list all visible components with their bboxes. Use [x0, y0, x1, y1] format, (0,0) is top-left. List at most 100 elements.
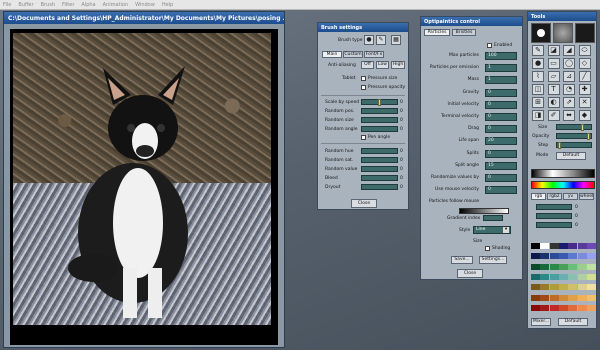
brush-round-icon[interactable]: ● — [364, 35, 374, 45]
mixer-button[interactable]: Mixer... — [531, 318, 551, 326]
brush-pen-icon[interactable]: ✎ — [376, 35, 386, 45]
pencil-icon[interactable]: ✎ — [532, 45, 544, 56]
menu-item-animation[interactable]: Animation — [103, 2, 129, 8]
color-swatch[interactable] — [531, 273, 540, 280]
fill-icon[interactable]: ◪ — [547, 45, 560, 56]
color-swatch[interactable] — [568, 294, 578, 301]
tab-custom[interactable]: Custom — [343, 51, 363, 58]
line2-icon[interactable]: ╱ — [578, 71, 591, 82]
gradient-index-slider[interactable] — [483, 215, 503, 221]
slider-track[interactable] — [361, 108, 398, 114]
color-swatch[interactable] — [558, 253, 568, 260]
color-swatch[interactable] — [540, 294, 550, 301]
mode-button[interactable]: Default — [556, 152, 586, 160]
line-icon[interactable]: ◢ — [563, 45, 575, 56]
save-button[interactable]: Save... — [451, 256, 473, 264]
color-swatch[interactable] — [540, 273, 550, 280]
color-swatch[interactable] — [577, 243, 587, 249]
color-swatch[interactable] — [531, 253, 540, 260]
color-swatch[interactable] — [577, 253, 587, 260]
color-swatch[interactable] — [558, 243, 568, 249]
default-button[interactable]: Default — [558, 318, 588, 326]
particle-value-field[interactable]: 0 — [485, 113, 517, 121]
color-swatch[interactable] — [558, 304, 568, 311]
color-swatch[interactable] — [568, 284, 578, 291]
particle-value-field[interactable]: 0 — [485, 125, 517, 134]
slider-knob[interactable] — [587, 133, 590, 140]
color-swatch[interactable] — [558, 273, 568, 280]
half-icon[interactable]: ◐ — [547, 97, 560, 108]
pen-angle-checkbox[interactable] — [361, 135, 366, 140]
panel-icon[interactable]: ◨ — [532, 110, 544, 121]
particle-value-field[interactable]: 100 — [485, 52, 517, 60]
color-swatch[interactable] — [540, 243, 550, 249]
step-slider[interactable] — [556, 142, 592, 149]
pie-icon[interactable]: ◔ — [563, 84, 575, 95]
slider-knob[interactable] — [558, 142, 561, 149]
slider-track[interactable] — [361, 148, 398, 154]
color-swatch[interactable] — [586, 243, 596, 249]
tab-particles[interactable]: Particles — [424, 29, 450, 36]
particle-value-field[interactable]: 0 — [485, 100, 517, 109]
particle-value-field[interactable]: 15 — [485, 161, 517, 170]
color-swatch[interactable] — [549, 253, 559, 260]
shading-checkbox[interactable] — [485, 246, 490, 251]
slider-track[interactable] — [361, 157, 398, 163]
menu-item-brush[interactable]: Brush — [41, 2, 55, 8]
tab-bristles[interactable]: Bristles — [452, 29, 476, 36]
color-gradient-bw[interactable] — [531, 169, 595, 178]
menu-item-filter[interactable]: Filter — [62, 2, 74, 8]
image-window-title[interactable]: C:\Documents and Settings\HP_Administrat… — [4, 12, 284, 24]
color-swatch[interactable] — [549, 243, 559, 249]
slider-track[interactable] — [361, 175, 398, 181]
color-swatch[interactable] — [531, 263, 540, 270]
menu-item-file[interactable]: File — [3, 2, 11, 8]
color-swatch[interactable] — [531, 243, 540, 249]
color-swatch[interactable] — [549, 304, 559, 311]
color-swatch[interactable] — [568, 243, 578, 249]
color-swatch[interactable] — [577, 273, 587, 280]
color-swatch[interactable] — [558, 263, 568, 270]
color-swatch[interactable] — [577, 284, 587, 291]
particle-value-field[interactable]: 20 — [485, 137, 517, 146]
color-swatch[interactable] — [577, 263, 587, 270]
color-tab-rgb[interactable]: rgb — [531, 193, 546, 200]
slider-knob[interactable] — [581, 124, 584, 131]
color-swatch[interactable] — [558, 294, 568, 301]
color-swatch[interactable] — [568, 273, 578, 280]
close-icon[interactable]: ✕ — [578, 97, 591, 108]
color-swatch[interactable] — [549, 294, 559, 301]
enabled-checkbox[interactable] — [487, 43, 492, 48]
particle-value-field[interactable]: 0 — [485, 186, 517, 195]
color-swatch[interactable] — [586, 253, 596, 260]
color-swatch[interactable] — [558, 284, 568, 291]
slider-track[interactable] — [361, 117, 398, 123]
aa-high-button[interactable]: High — [391, 61, 405, 69]
color-swatch[interactable] — [577, 294, 587, 301]
aa-off-button[interactable]: Off — [361, 61, 374, 69]
color-swatch[interactable] — [531, 294, 540, 301]
opacity-slider[interactable] — [556, 133, 592, 140]
color-swatch[interactable] — [540, 253, 550, 260]
brush-close-button[interactable]: Close — [351, 199, 377, 208]
menu-item-alpha[interactable]: Alpha — [81, 2, 95, 8]
shape-icon[interactable]: ▱ — [547, 71, 560, 82]
color-swatch[interactable] — [586, 294, 596, 301]
tools-title[interactable]: Tools — [528, 12, 596, 21]
slider-track[interactable] — [361, 184, 398, 190]
slider-track[interactable] — [361, 166, 398, 172]
menu-item-window[interactable]: Window — [135, 2, 155, 8]
tab-main[interactable]: Main — [322, 51, 342, 58]
arrow-icon[interactable]: ⇗ — [563, 97, 575, 108]
image-canvas[interactable] — [10, 29, 278, 345]
color-swatch[interactable] — [531, 304, 540, 311]
text-icon[interactable]: T — [547, 84, 560, 95]
particle-value-field[interactable]: 1 — [485, 76, 517, 85]
particle-value-field[interactable]: 1 — [485, 64, 517, 73]
color-swatch[interactable] — [540, 304, 550, 311]
paint-icon[interactable]: ● — [532, 58, 544, 69]
color-swatch[interactable] — [586, 263, 596, 270]
slider-knob[interactable] — [378, 99, 381, 106]
brush-pattern-icon[interactable]: ▦ — [391, 35, 401, 45]
slider-track[interactable] — [361, 99, 398, 106]
